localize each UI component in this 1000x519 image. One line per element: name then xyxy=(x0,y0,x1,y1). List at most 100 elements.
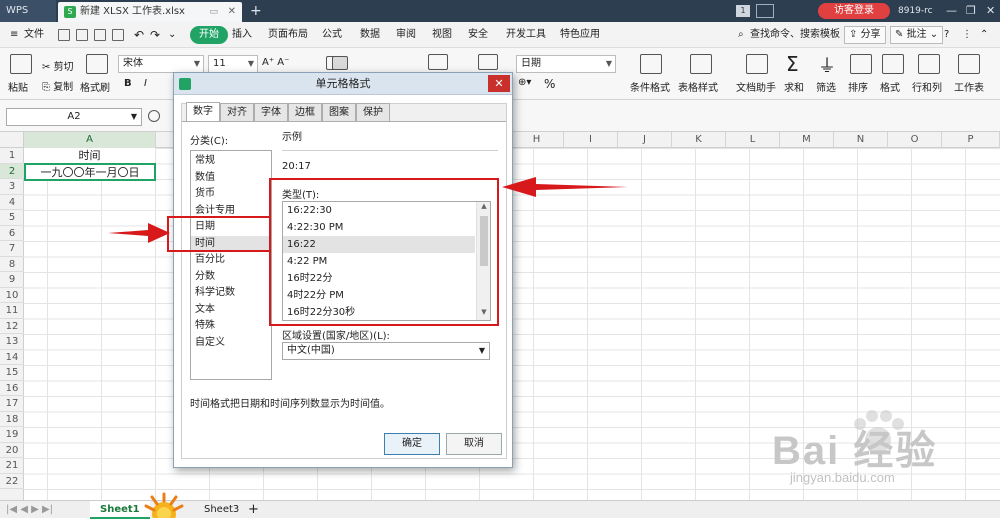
cut-button[interactable]: ✂ 剪切 xyxy=(42,58,74,73)
dialog-title-bar[interactable]: 单元格格式 ✕ xyxy=(174,73,512,95)
export-pdf-icon[interactable] xyxy=(112,29,124,41)
category-item[interactable]: 文本 xyxy=(195,302,271,318)
zoom-icon[interactable] xyxy=(148,110,160,122)
row-header[interactable]: 4 xyxy=(0,195,24,210)
customize-dropdown-icon[interactable]: ⌄ xyxy=(168,22,176,48)
tab-border[interactable]: 边框 xyxy=(288,103,322,121)
tab-pattern[interactable]: 图案 xyxy=(322,103,356,121)
row-header[interactable]: 7 xyxy=(0,241,24,257)
conditional-format-icon[interactable] xyxy=(640,54,662,74)
minimize-icon[interactable]: — xyxy=(946,0,957,22)
font-size-select[interactable]: 11 ▼ xyxy=(208,55,258,73)
row-header[interactable]: 9 xyxy=(0,272,24,288)
worksheet-icon[interactable] xyxy=(958,54,980,74)
tab-alignment[interactable]: 对齐 xyxy=(220,103,254,121)
menu-view[interactable]: 视图 xyxy=(432,22,452,48)
column-header-j[interactable]: J xyxy=(618,132,672,148)
sum-button[interactable]: 求和 xyxy=(784,79,804,94)
close-icon[interactable]: ✕ xyxy=(488,75,510,92)
row-header[interactable]: 22 xyxy=(0,474,24,489)
login-button[interactable]: 访客登录 xyxy=(818,3,890,19)
menu-developer[interactable]: 开发工具 xyxy=(506,22,546,48)
menu-insert[interactable]: 插入 xyxy=(232,22,252,48)
undo-icon[interactable]: ↶ xyxy=(134,22,144,48)
ok-button[interactable]: 确定 xyxy=(384,433,440,455)
locale-select[interactable]: 中文(中国) ▼ xyxy=(282,342,490,360)
copy-button[interactable]: ⎘ 复制 xyxy=(42,78,73,93)
cell-a2[interactable]: 一九〇〇年一月〇日 xyxy=(24,163,156,181)
filter-icon[interactable]: ⏚ xyxy=(818,52,836,78)
paste-icon[interactable] xyxy=(10,54,32,74)
format-painter-icon[interactable] xyxy=(86,54,108,74)
name-box[interactable]: A2 ▼ xyxy=(6,108,142,126)
format-painter-button[interactable]: 格式刷 xyxy=(80,79,110,94)
print-preview-icon[interactable] xyxy=(76,29,88,41)
category-item[interactable]: 特殊 xyxy=(195,318,271,334)
row-header[interactable]: 20 xyxy=(0,443,24,458)
bold-button[interactable]: B xyxy=(124,78,132,89)
table-style-button[interactable]: 表格样式 xyxy=(678,79,718,94)
category-item[interactable]: 百分比 xyxy=(195,252,271,268)
currency-icon[interactable]: ⊕▾ xyxy=(518,77,531,88)
menu-start[interactable]: 开始 xyxy=(190,26,228,44)
tab-font[interactable]: 字体 xyxy=(254,103,288,121)
hamburger-icon[interactable]: ≡ xyxy=(10,22,18,48)
wrap-text-icon[interactable] xyxy=(478,54,498,70)
row-header[interactable]: 18 xyxy=(0,412,24,427)
row-header[interactable]: 3 xyxy=(0,179,24,195)
close-tab-icon[interactable]: ✕ xyxy=(228,2,236,22)
row-header[interactable]: 17 xyxy=(0,396,24,412)
row-header[interactable]: 13 xyxy=(0,334,24,350)
category-item[interactable]: 数值 xyxy=(195,170,271,186)
category-item[interactable]: 货币 xyxy=(195,186,271,202)
row-column-icon[interactable] xyxy=(918,54,940,74)
row-header[interactable]: 6 xyxy=(0,226,24,241)
close-window-icon[interactable]: ✕ xyxy=(986,0,995,22)
column-header-m[interactable]: M xyxy=(780,132,834,148)
row-header[interactable]: 16 xyxy=(0,381,24,396)
save-icon[interactable] xyxy=(58,29,70,41)
column-header-n[interactable]: N xyxy=(834,132,888,148)
table-style-icon[interactable] xyxy=(690,54,712,74)
percent-button[interactable]: % xyxy=(544,77,555,91)
maximize-icon[interactable]: ❐ xyxy=(966,0,976,22)
menu-formula[interactable]: 公式 xyxy=(322,22,342,48)
category-item[interactable]: 常规 xyxy=(195,153,271,169)
badge-icon[interactable]: 1 xyxy=(736,5,750,17)
skin-icon[interactable] xyxy=(756,4,774,18)
column-header-i[interactable]: I xyxy=(564,132,618,148)
category-list[interactable]: 常规 数值 货币 会计专用 日期 时间 百分比 分数 科学记数 文本 特殊 自定… xyxy=(190,150,272,380)
row-header[interactable]: 19 xyxy=(0,427,24,443)
menu-data[interactable]: 数据 xyxy=(360,22,380,48)
search-icon[interactable]: ⌕ xyxy=(738,22,744,48)
menu-special[interactable]: 特色应用 xyxy=(560,22,600,48)
worksheet-button[interactable]: 工作表 xyxy=(954,79,984,94)
cancel-button[interactable]: 取消 xyxy=(446,433,502,455)
category-item[interactable]: 分数 xyxy=(195,269,271,285)
paste-button[interactable]: 粘贴 xyxy=(8,79,28,94)
menu-file[interactable]: 文件 xyxy=(24,22,44,48)
sum-icon[interactable]: Σ xyxy=(786,52,799,76)
column-header-a[interactable]: A xyxy=(24,132,156,148)
row-header[interactable]: 1 xyxy=(0,148,24,164)
align-middle-icon[interactable] xyxy=(332,56,348,70)
row-header[interactable]: 10 xyxy=(0,288,24,303)
doc-helper-button[interactable]: 文档助手 xyxy=(736,79,776,94)
row-header[interactable]: 14 xyxy=(0,350,24,365)
first-sheet-icon[interactable]: |◀ ◀ ▶ ▶| xyxy=(6,501,53,519)
category-item[interactable]: 自定义 xyxy=(195,335,271,351)
command-search[interactable]: 查找命令、搜索模板 xyxy=(750,22,840,48)
sheet-tab-sheet3[interactable]: Sheet3 xyxy=(204,501,239,519)
menu-security[interactable]: 安全 xyxy=(468,22,488,48)
row-column-button[interactable]: 行和列 xyxy=(912,79,942,94)
share-button[interactable]: ⇪ 分享 xyxy=(844,26,886,44)
redo-icon[interactable]: ↷ xyxy=(150,22,160,48)
more-icon[interactable]: ⋮ xyxy=(962,22,972,48)
column-header-h[interactable]: H xyxy=(510,132,564,148)
conditional-format-button[interactable]: 条件格式 xyxy=(630,79,670,94)
help-icon[interactable]: ? xyxy=(944,22,949,48)
category-item[interactable]: 科学记数 xyxy=(195,285,271,301)
doc-helper-icon[interactable] xyxy=(746,54,768,74)
menu-review[interactable]: 审阅 xyxy=(396,22,416,48)
row-header[interactable]: 5 xyxy=(0,210,24,226)
